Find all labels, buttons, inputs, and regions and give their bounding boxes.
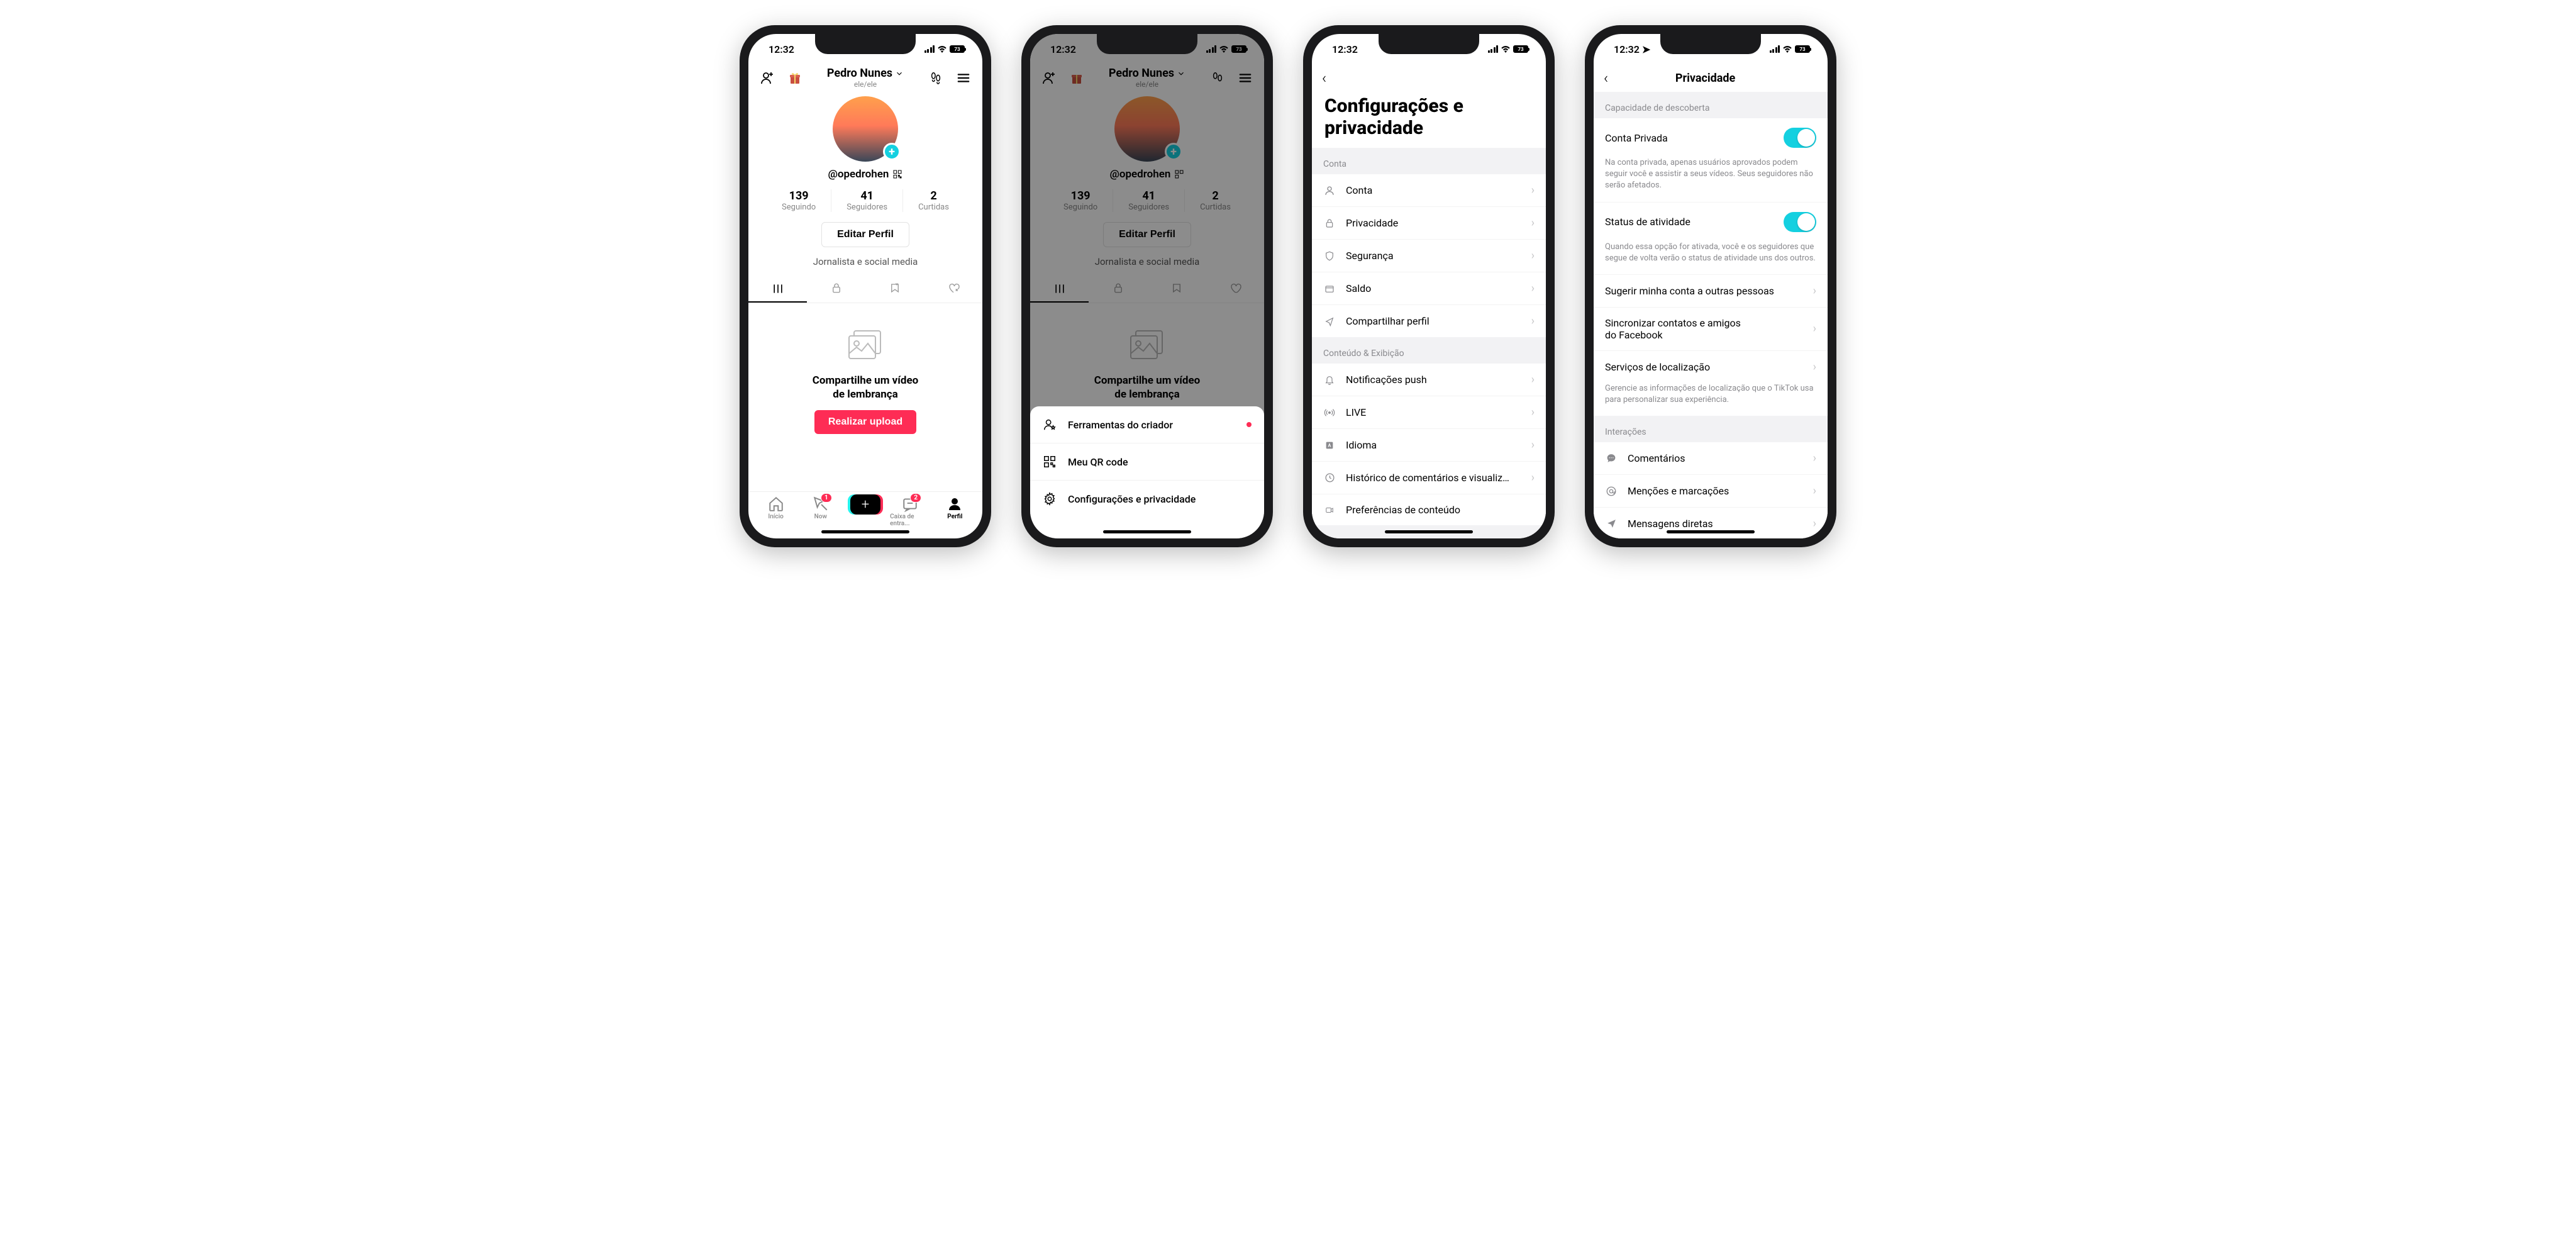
tab-private[interactable] [807, 276, 865, 303]
avatar-add-icon[interactable]: + [883, 143, 901, 160]
wifi-icon [937, 45, 947, 53]
row-privacy[interactable]: Privacidade› [1312, 206, 1546, 239]
chevron-down-icon [895, 69, 904, 78]
row-sync-contacts[interactable]: Sincronizar contatos e amigos do Faceboo… [1594, 307, 1828, 350]
home-indicator[interactable] [821, 530, 909, 533]
share-icon [1323, 316, 1336, 326]
clock-icon [1323, 472, 1336, 483]
nav-profile[interactable]: Perfil [935, 496, 975, 520]
tab-grid[interactable] [748, 276, 807, 303]
page-title: Configurações e privacidade [1312, 92, 1546, 148]
page-title: Privacidade [1594, 72, 1818, 85]
row-history[interactable]: Histórico de comentários e visualiza...› [1312, 461, 1546, 494]
stats: 139 Seguindo 41 Seguidores 2 Curtidas [748, 189, 982, 212]
row-activity-status: Status de atividade [1594, 202, 1828, 242]
add-friend-icon[interactable] [758, 69, 776, 87]
menu-icon[interactable] [955, 69, 972, 87]
comment-icon [1605, 453, 1618, 464]
status-time: 12:32 [769, 43, 794, 55]
handle[interactable]: @opedrohen [748, 168, 982, 181]
nav-inbox[interactable]: 2 Caixa de entra... [890, 496, 930, 527]
section-discoverability: Capacidade de descoberta [1594, 92, 1828, 118]
row-direct-messages[interactable]: Mensagens diretas› [1594, 507, 1828, 538]
phone-3: 12:32 73 ‹ Configurações e privacidade C… [1303, 25, 1555, 547]
profile-name-dropdown[interactable]: Pedro Nunes [827, 67, 904, 80]
tab-liked[interactable] [924, 276, 982, 303]
row-share-profile[interactable]: Compartilhar perfil› [1312, 304, 1546, 337]
activity-status-desc: Quando essa opção for ativada, você e os… [1594, 242, 1828, 274]
sheet-qr-code[interactable]: Meu QR code [1030, 443, 1264, 480]
lock-icon [1323, 218, 1336, 229]
wallet-icon [1323, 284, 1336, 294]
tab-saved[interactable] [865, 276, 924, 303]
footprint-icon[interactable] [927, 69, 945, 87]
nav-now-badge: 1 [821, 493, 832, 503]
row-security[interactable]: Segurança› [1312, 239, 1546, 272]
back-button[interactable]: ‹ [1322, 69, 1326, 87]
record-button[interactable]: + [850, 494, 880, 515]
at-icon [1605, 486, 1618, 497]
notification-dot [1246, 422, 1252, 427]
bio: Jornalista e social media [748, 256, 982, 267]
shield-icon [1323, 250, 1336, 262]
edit-profile-button[interactable]: Editar Perfil [821, 222, 909, 247]
pronouns: ele/ele [827, 80, 904, 89]
chevron-right-icon: › [1531, 184, 1535, 197]
qr-code-icon [892, 169, 902, 179]
nav-home[interactable]: Início [756, 496, 796, 520]
notch [815, 34, 916, 54]
svg-text:A: A [1328, 442, 1331, 448]
row-mentions[interactable]: Menções e marcações› [1594, 474, 1828, 507]
qr-code-icon [1043, 455, 1057, 469]
section-interactions: Interações [1594, 416, 1828, 442]
sheet-creator-tools[interactable]: Ferramentas do criador [1030, 406, 1264, 443]
row-account[interactable]: Conta› [1312, 174, 1546, 206]
stat-following[interactable]: 139 Seguindo [767, 189, 831, 212]
row-location-services[interactable]: Serviços de localização› [1594, 350, 1828, 383]
row-private-account: Conta Privada [1594, 118, 1828, 157]
location-arrow-icon: ➤ [1642, 43, 1650, 55]
send-icon [1605, 518, 1618, 529]
row-balance[interactable]: Saldo› [1312, 272, 1546, 304]
activity-status-toggle[interactable] [1784, 212, 1816, 232]
nav-inbox-badge: 2 [910, 493, 921, 503]
person-icon [1323, 185, 1336, 196]
upload-button[interactable]: Realizar upload [814, 410, 916, 434]
row-content-prefs[interactable]: Preferências de conteúdo [1312, 494, 1546, 525]
empty-title: Compartilhe um vídeo de lembrança [813, 374, 919, 401]
location-desc: Gerencie as informações de localização q… [1594, 383, 1828, 416]
video-icon [1323, 506, 1336, 515]
bottom-sheet: Ferramentas do criador Meu QR code Confi… [1030, 406, 1264, 538]
broadcast-icon [1323, 408, 1336, 418]
stat-followers[interactable]: 41 Seguidores [831, 189, 902, 212]
battery-icon: 73 [950, 45, 965, 53]
section-account: Conta [1312, 148, 1546, 174]
row-live[interactable]: LIVE› [1312, 396, 1546, 428]
bell-icon [1323, 374, 1336, 386]
gift-icon[interactable] [786, 69, 804, 87]
nav-now[interactable]: 1 Now [801, 496, 841, 520]
section-content: Conteúdo & Exibição [1312, 337, 1546, 364]
nav-record[interactable]: + [845, 496, 886, 515]
row-push[interactable]: Notificações push› [1312, 364, 1546, 396]
phone-1: 12:32 73 Pedro Nunes el [740, 25, 991, 547]
empty-image-icon [845, 328, 886, 364]
language-icon: A [1323, 440, 1336, 450]
person-star-icon [1043, 418, 1057, 432]
row-suggest-account[interactable]: Sugerir minha conta a outras pessoas› [1594, 274, 1828, 307]
phone-4: 12:32➤ 73 ‹ Privacidade Capacidade de de… [1585, 25, 1836, 547]
private-account-toggle[interactable] [1784, 128, 1816, 148]
gear-icon [1043, 492, 1057, 506]
sheet-settings[interactable]: Configurações e privacidade [1030, 480, 1264, 517]
phone-2: 12:32 73 Pedro Nunes ele/ele + @opedrohe… [1021, 25, 1273, 547]
signal-icon [924, 45, 935, 53]
row-language[interactable]: A Idioma› [1312, 428, 1546, 461]
private-account-desc: Na conta privada, apenas usuários aprova… [1594, 157, 1828, 202]
row-comments[interactable]: Comentários› [1594, 442, 1828, 474]
stat-likes[interactable]: 2 Curtidas [902, 189, 964, 212]
